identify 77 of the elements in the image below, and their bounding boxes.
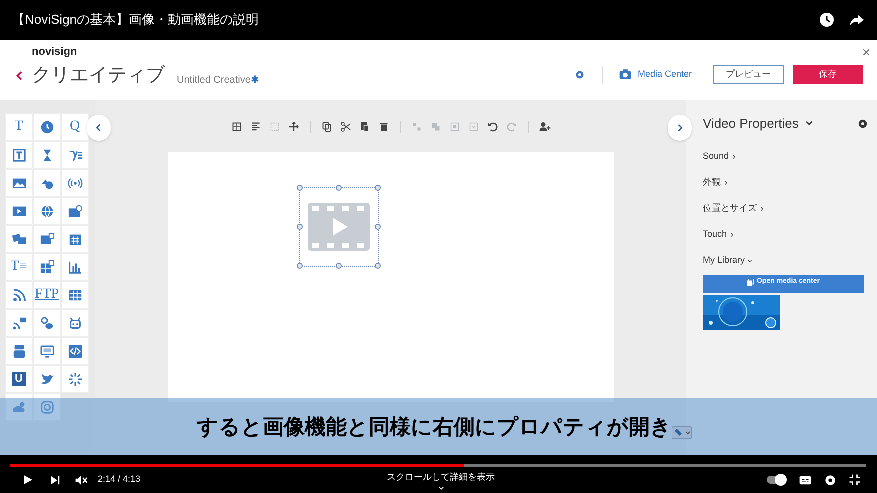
dropdown-icon xyxy=(672,424,692,440)
section-toggle[interactable]: 位置とサイズ xyxy=(703,202,757,216)
next-icon[interactable] xyxy=(50,474,61,486)
chevron-down-icon xyxy=(438,484,444,492)
subtitle-text: すると画像機能と同様に右側にプロパティが開き xyxy=(197,414,672,441)
save-button[interactable]: 保存 xyxy=(793,65,863,84)
image-grid-icon[interactable] xyxy=(40,260,54,274)
share-icon[interactable] xyxy=(849,12,865,28)
code-icon[interactable] xyxy=(68,344,82,358)
section-toggle[interactable]: My Library xyxy=(703,254,746,268)
video-title: 【NoviSignの基本】画像・動画機能の説明 xyxy=(12,11,260,30)
close-icon[interactable] xyxy=(862,48,871,57)
time-display: 2:14 / 4:13 xyxy=(98,473,141,486)
resize-handle[interactable] xyxy=(374,263,380,269)
clock-icon[interactable] xyxy=(819,12,835,28)
exit-fullscreen-icon[interactable] xyxy=(849,474,861,486)
gallery-icon xyxy=(746,278,754,286)
chevron-down-icon[interactable] xyxy=(804,119,814,128)
align-left-icon[interactable] xyxy=(250,121,262,133)
chevron-right-icon xyxy=(731,154,738,160)
chevron-right-icon xyxy=(759,206,765,212)
image-grid-icon[interactable] xyxy=(40,232,54,246)
resize-handle[interactable] xyxy=(336,263,342,269)
loader-icon[interactable] xyxy=(68,372,82,386)
image-badge-icon[interactable] xyxy=(68,204,82,218)
chevron-down-icon xyxy=(747,258,754,264)
document-name: Untitled Creative xyxy=(177,74,251,88)
robot-icon[interactable] xyxy=(68,316,82,330)
scissors-icon[interactable] xyxy=(340,121,352,133)
page-title: クリエイティブ xyxy=(32,64,165,88)
undo-icon[interactable] xyxy=(486,121,498,133)
section-toggle[interactable]: Touch xyxy=(703,228,728,242)
play-icon[interactable] xyxy=(22,474,34,486)
progress-track[interactable] xyxy=(10,464,866,467)
gallery-icon[interactable] xyxy=(12,232,26,246)
paste-icon[interactable] xyxy=(358,121,370,133)
properties-title: Video Properties xyxy=(703,115,799,133)
copy-icon[interactable] xyxy=(320,121,332,133)
unsaved-mark: ✱ xyxy=(250,74,259,88)
rss-icon[interactable] xyxy=(12,288,26,302)
text-tool-label[interactable]: Q xyxy=(70,120,80,134)
bird-icon[interactable] xyxy=(40,372,54,386)
app-logo: novisign xyxy=(32,46,78,58)
autoplay-toggle[interactable] xyxy=(767,476,785,484)
rss-image-icon[interactable] xyxy=(12,316,26,330)
move-icon[interactable] xyxy=(288,121,300,133)
preview-button[interactable]: プレビュー xyxy=(713,65,784,84)
monitor-icon[interactable] xyxy=(40,344,54,358)
chevron-right-icon xyxy=(723,180,729,186)
text-frame-icon[interactable] xyxy=(12,148,26,162)
selection-frame[interactable] xyxy=(298,187,378,267)
bar-chart-icon[interactable] xyxy=(68,260,82,274)
grid-icon[interactable] xyxy=(230,121,242,133)
resize-handle[interactable] xyxy=(374,185,380,191)
broadcast-icon[interactable] xyxy=(68,176,82,190)
section-toggle[interactable]: 外観 xyxy=(703,176,721,190)
resize-handle[interactable] xyxy=(374,224,380,230)
resize-handle[interactable] xyxy=(336,185,342,191)
table-icon[interactable] xyxy=(68,288,82,302)
media-center-link[interactable]: Media Center xyxy=(638,68,692,82)
add-user-icon[interactable] xyxy=(538,121,550,133)
scroll-hint[interactable]: スクロールして詳細を表示 xyxy=(387,471,495,484)
mute-icon[interactable] xyxy=(75,474,88,486)
u-badge[interactable]: U xyxy=(12,372,26,386)
section-toggle[interactable]: Sound xyxy=(703,150,730,164)
resize-handle[interactable] xyxy=(296,263,302,269)
settings-icon[interactable] xyxy=(857,118,869,130)
camera-icon[interactable] xyxy=(618,68,632,81)
globe-icon[interactable] xyxy=(40,204,54,218)
chevron-right-icon xyxy=(729,232,736,238)
video-placeholder-icon xyxy=(308,203,370,251)
settings-icon[interactable] xyxy=(824,474,837,486)
text-tool-label[interactable]: T xyxy=(14,120,24,134)
resize-handle[interactable] xyxy=(296,224,302,230)
resize-handle[interactable] xyxy=(296,185,302,191)
captions-icon[interactable] xyxy=(799,474,812,486)
trash-icon[interactable] xyxy=(378,121,390,133)
